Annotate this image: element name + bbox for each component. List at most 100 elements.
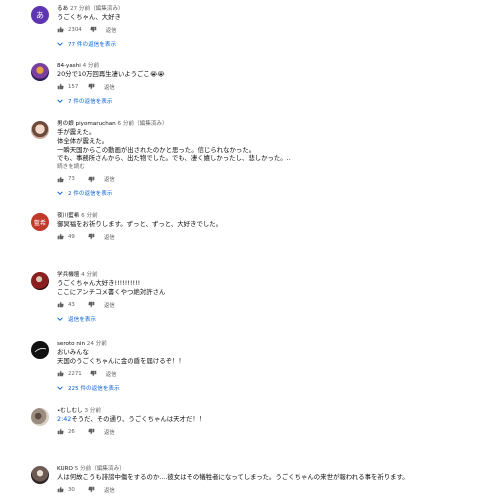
- comment-meta: るあ 27 分前（編集済み）: [57, 5, 472, 13]
- comment-meta: KURO 5 分前（編集済み）: [57, 465, 472, 473]
- like-count: 26: [68, 428, 75, 435]
- comment-body: 84-yashi 4 分前 20分で10万回再生凄いようごこ😭😭 157 返信 …: [57, 62, 472, 106]
- thumbs-up-icon[interactable]: [57, 176, 64, 183]
- comment-time[interactable]: 6 分前: [81, 213, 98, 219]
- reply-button[interactable]: 返信: [106, 370, 117, 378]
- like-count: 2271: [68, 370, 82, 377]
- comment-body: seroto nin 24 分前 おいみんな 天国のうごくちゃんに金の盾を届ける…: [57, 340, 472, 393]
- comment-text-line: 天国のうごくちゃんに金の盾を届けるぞ！！: [57, 356, 185, 365]
- read-more-link[interactable]: 続きを読む: [57, 163, 472, 171]
- avatar[interactable]: [31, 63, 49, 81]
- reply-button[interactable]: 返信: [104, 486, 115, 494]
- comment-text-line: 手が震えた。: [57, 128, 96, 136]
- thumbs-up-icon[interactable]: [57, 83, 64, 90]
- thumbs-down-icon[interactable]: [88, 428, 95, 435]
- timestamp-link[interactable]: 2:42: [57, 415, 71, 423]
- author-name[interactable]: 夜川藍希: [57, 213, 79, 219]
- comment-meta: 夜川藍希 6 分前: [57, 212, 472, 220]
- comment-time[interactable]: 3 分前: [84, 408, 101, 414]
- avatar[interactable]: あ: [31, 6, 49, 24]
- thumbs-up-icon[interactable]: [57, 233, 64, 240]
- thumbs-up-icon[interactable]: [57, 301, 64, 308]
- author-name[interactable]: 84-yashi: [57, 63, 81, 69]
- thumbs-up-icon[interactable]: [57, 370, 64, 377]
- view-replies-button[interactable]: 2 件の返信を表示: [57, 188, 472, 198]
- comment-time[interactable]: 6 分前: [118, 121, 135, 127]
- author-name[interactable]: るあ: [57, 6, 68, 12]
- avatar[interactable]: 藍希: [31, 213, 49, 231]
- comment-actions: 26 返信: [57, 427, 472, 437]
- avatar[interactable]: [31, 272, 49, 290]
- comment-body: KURO 5 分前（編集済み） 人は何故こうも誹謗中傷をするのか....彼女はそ…: [57, 465, 472, 495]
- view-replies-button[interactable]: 77 件の返信を表示: [57, 39, 472, 49]
- comment-body: るあ 27 分前（編集済み） うごくちゃん、大好き 2304 返信 77 件の返…: [57, 5, 472, 49]
- comment-meta: 男の娘 piyomaruchan 6 分前（編集済み）: [57, 120, 472, 128]
- avatar[interactable]: [31, 408, 49, 426]
- comment-text-body: そうだ、その通り、うごくちゃんは天才だ！！: [71, 415, 206, 423]
- like-count: 49: [68, 233, 75, 240]
- view-replies-label: 2 件の返信を表示: [68, 191, 113, 198]
- thumbs-down-icon[interactable]: [90, 26, 97, 33]
- avatar[interactable]: [31, 341, 49, 359]
- thumbs-down-icon[interactable]: [88, 83, 95, 90]
- reply-button[interactable]: 返信: [104, 428, 115, 436]
- like-count: 73: [68, 176, 75, 183]
- chevron-down-icon: [57, 317, 63, 321]
- comment-time[interactable]: 4 分前: [83, 63, 100, 69]
- comment-text-line: ここにアンチコメ書くやつ絶対許さん: [57, 287, 166, 296]
- thumbs-down-icon[interactable]: [88, 301, 95, 308]
- comment-text-line: 体全体が震えた。: [57, 136, 109, 145]
- view-replies-label: 7 件の返信を表示: [68, 98, 113, 105]
- thumbs-up-icon[interactable]: [57, 486, 64, 493]
- comment-text: うごくちゃん、大好き: [57, 13, 121, 21]
- comment-text: 2:42そうだ、その通り、うごくちゃんは天才だ！！: [57, 415, 472, 424]
- author-name[interactable]: 男の娘 piyomaruchan: [57, 121, 116, 127]
- comment-actions: 30 返信: [57, 485, 472, 495]
- view-replies-button[interactable]: 7 件の返信を表示: [57, 96, 472, 106]
- reply-button[interactable]: 返信: [104, 301, 115, 309]
- thumbs-down-icon[interactable]: [88, 233, 95, 240]
- like-count: 30: [68, 486, 75, 493]
- comment-meta: 学兵機壇 4 分前: [57, 271, 472, 279]
- view-replies-label: 77 件の返信を表示: [68, 41, 117, 48]
- comment-time[interactable]: 24 分前: [87, 341, 107, 347]
- author-name[interactable]: seroto nin: [57, 341, 85, 347]
- comment-text-line: おいみんな: [57, 348, 89, 356]
- comment-body: 学兵機壇 4 分前 うごくちゃん大好き!!!!!!!!!! ここにアンチコメ書く…: [57, 271, 472, 324]
- edited-label: （編集済み）: [90, 6, 124, 12]
- comment-actions: 49 返信: [57, 232, 472, 242]
- comment-text-line: うごくちゃん大好き!!!!!!!!!!: [57, 279, 141, 287]
- author-name[interactable]: 学兵機壇: [57, 272, 79, 278]
- avatar[interactable]: [31, 121, 49, 139]
- comment-body: 夜川藍希 6 分前 御冥福をお祈りします。ずっと、ずっと、大好きでした。 49 …: [57, 212, 472, 242]
- reply-button[interactable]: 返信: [104, 233, 115, 241]
- reply-button[interactable]: 返信: [106, 26, 117, 34]
- comment-actions: 43 返信: [57, 300, 472, 310]
- comment-text: 人は何故こうも誹謗中傷をするのか....彼女はその犠牲者になってしまった。うごく…: [57, 473, 409, 481]
- comment-meta: •むしむし 3 分前: [57, 407, 472, 415]
- reply-button[interactable]: 返信: [104, 175, 115, 183]
- comment-body: 男の娘 piyomaruchan 6 分前（編集済み） 手が震えた。 体全体が震…: [57, 120, 472, 198]
- like-count: 43: [68, 301, 75, 308]
- author-name[interactable]: KURO: [57, 466, 73, 472]
- thumbs-down-icon[interactable]: [88, 176, 95, 183]
- comment-actions: 157 返信: [57, 82, 472, 92]
- author-name[interactable]: •むしむし: [57, 408, 83, 414]
- comment-actions: 2304 返信: [57, 25, 472, 35]
- comment-time[interactable]: 27 分前: [70, 6, 90, 12]
- comment-time[interactable]: 4 分前: [81, 272, 98, 278]
- thumbs-down-icon[interactable]: [88, 486, 95, 493]
- view-replies-button[interactable]: 225 件の返信を表示: [57, 383, 472, 393]
- thumbs-up-icon[interactable]: [57, 428, 64, 435]
- thumbs-up-icon[interactable]: [57, 26, 64, 33]
- view-replies-button[interactable]: 返信を表示: [57, 314, 472, 324]
- thumbs-down-icon[interactable]: [90, 370, 97, 377]
- comment-actions: 2271 返信: [57, 369, 472, 379]
- edited-label: （編集済み）: [134, 121, 168, 127]
- comment-meta: 84-yashi 4 分前: [57, 62, 472, 70]
- comment-body: •むしむし 3 分前 2:42そうだ、その通り、うごくちゃんは天才だ！！ 26 …: [57, 407, 472, 437]
- reply-button[interactable]: 返信: [104, 83, 115, 91]
- comment-time[interactable]: 5 分前: [75, 466, 92, 472]
- comment-text: 御冥福をお祈りします。ずっと、ずっと、大好きでした。: [57, 220, 223, 228]
- avatar[interactable]: [31, 466, 49, 484]
